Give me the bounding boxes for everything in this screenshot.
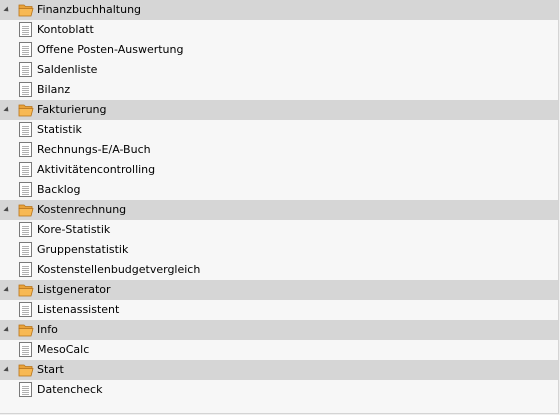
tree-item-statistik[interactable]: Statistik [0, 120, 558, 140]
tree-item-saldenliste[interactable]: Saldenliste [0, 60, 558, 80]
group-header-listgenerator[interactable]: Listgenerator [0, 280, 558, 300]
tree-item-kostenstellenbudgetvergleich[interactable]: Kostenstellenbudgetvergleich [0, 260, 558, 280]
tree-item-kore-statistik[interactable]: Kore-Statistik [0, 220, 558, 240]
open-folder-icon [18, 324, 34, 337]
report-tree: Finanzbuchhaltung Kontoblatt Offene Post… [0, 0, 559, 414]
document-icon [19, 242, 32, 257]
document-icon [19, 222, 32, 237]
group-label: Fakturierung [37, 103, 107, 116]
item-label: Aktivitätencontrolling [37, 163, 156, 176]
group-label: Finanzbuchhaltung [37, 3, 142, 16]
expanded-arrow-icon[interactable] [3, 326, 11, 334]
expanded-arrow-icon[interactable] [3, 106, 11, 114]
group-label: Info [37, 323, 58, 336]
item-label: Gruppenstatistik [37, 243, 129, 256]
open-folder-icon [18, 204, 34, 217]
document-icon [19, 82, 32, 97]
item-label: Datencheck [37, 383, 103, 396]
tree-item-datencheck[interactable]: Datencheck [0, 380, 558, 400]
expanded-arrow-icon[interactable] [3, 286, 11, 294]
open-folder-icon [18, 284, 34, 297]
document-icon [19, 342, 32, 357]
item-label: Listenassistent [37, 303, 120, 316]
item-label: Saldenliste [37, 63, 98, 76]
item-label: Backlog [37, 183, 81, 196]
tree-item-gruppenstatistik[interactable]: Gruppenstatistik [0, 240, 558, 260]
open-folder-icon [18, 104, 34, 117]
document-icon [19, 142, 32, 157]
group-header-info[interactable]: Info [0, 320, 558, 340]
item-label: Kontoblatt [37, 23, 94, 36]
expanded-arrow-icon[interactable] [3, 366, 11, 374]
document-icon [19, 262, 32, 277]
expanded-arrow-icon[interactable] [3, 6, 11, 14]
group-label: Start [37, 363, 64, 376]
document-icon [19, 182, 32, 197]
open-folder-icon [18, 364, 34, 377]
group-label: Kostenrechnung [37, 203, 127, 216]
tree-item-rechnungs-ea-buch[interactable]: Rechnungs-E/A-Buch [0, 140, 558, 160]
group-header-kostenrechnung[interactable]: Kostenrechnung [0, 200, 558, 220]
group-label: Listgenerator [37, 283, 111, 296]
item-label: Statistik [37, 123, 82, 136]
document-icon [19, 22, 32, 37]
tree-item-offene-posten-auswertung[interactable]: Offene Posten-Auswertung [0, 40, 558, 60]
group-header-start[interactable]: Start [0, 360, 558, 380]
document-icon [19, 62, 32, 77]
tree-item-mesocalc[interactable]: MesoCalc [0, 340, 558, 360]
tree-item-kontoblatt[interactable]: Kontoblatt [0, 20, 558, 40]
document-icon [19, 382, 32, 397]
expanded-arrow-icon[interactable] [3, 206, 11, 214]
item-label: Offene Posten-Auswertung [37, 43, 184, 56]
document-icon [19, 42, 32, 57]
tree-item-listenassistent[interactable]: Listenassistent [0, 300, 558, 320]
tree-item-aktivitaetencontrolling[interactable]: Aktivitätencontrolling [0, 160, 558, 180]
item-label: Kore-Statistik [37, 223, 111, 236]
tree-item-backlog[interactable]: Backlog [0, 180, 558, 200]
tree-item-bilanz[interactable]: Bilanz [0, 80, 558, 100]
document-icon [19, 302, 32, 317]
item-label: Bilanz [37, 83, 71, 96]
document-icon [19, 162, 32, 177]
document-icon [19, 122, 32, 137]
item-label: Kostenstellenbudgetvergleich [37, 263, 201, 276]
open-folder-icon [18, 4, 34, 17]
item-label: MesoCalc [37, 343, 90, 356]
group-header-finanzbuchhaltung[interactable]: Finanzbuchhaltung [0, 0, 558, 20]
group-header-fakturierung[interactable]: Fakturierung [0, 100, 558, 120]
item-label: Rechnungs-E/A-Buch [37, 143, 151, 156]
